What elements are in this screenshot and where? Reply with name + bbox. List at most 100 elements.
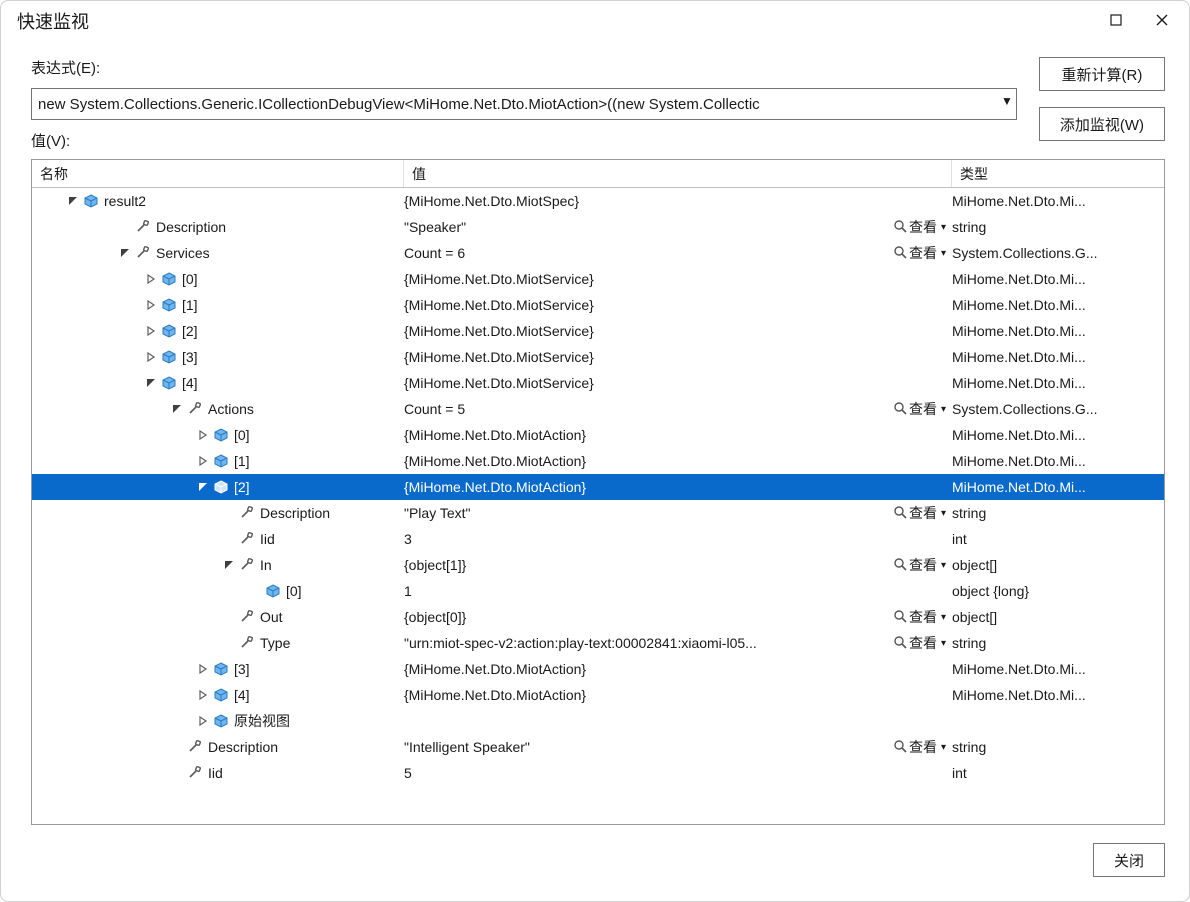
collapse-icon[interactable] bbox=[144, 376, 158, 390]
view-link[interactable]: 查看 bbox=[909, 737, 937, 757]
chevron-down-icon[interactable]: ▾ bbox=[941, 638, 946, 649]
type-cell: MiHome.Net.Dto.Mi... bbox=[952, 297, 1164, 313]
close-dialog-button[interactable]: 关闭 bbox=[1093, 843, 1165, 877]
right-buttons: 重新计算(R) 添加监视(W) bbox=[1039, 57, 1165, 141]
class-icon bbox=[160, 374, 178, 392]
maximize-button[interactable] bbox=[1093, 5, 1139, 37]
value-cell: {object[1]} bbox=[404, 557, 872, 573]
value-cell: {MiHome.Net.Dto.MiotAction} bbox=[404, 427, 872, 443]
name-cell: [2] bbox=[32, 322, 404, 340]
magnifier-icon[interactable] bbox=[893, 505, 907, 522]
tree-row[interactable]: ActionsCount = 5查看▾System.Collections.G.… bbox=[32, 396, 1164, 422]
wrench-icon bbox=[134, 218, 152, 236]
expression-input[interactable] bbox=[31, 88, 1017, 120]
row-type: System.Collections.G... bbox=[952, 401, 1098, 417]
row-value: 3 bbox=[404, 531, 412, 547]
row-value: "Play Text" bbox=[404, 505, 471, 521]
expand-icon[interactable] bbox=[196, 714, 210, 728]
view-link[interactable]: 查看 bbox=[909, 399, 937, 419]
tree-row[interactable]: result2{MiHome.Net.Dto.MiotSpec}MiHome.N… bbox=[32, 188, 1164, 214]
chevron-down-icon[interactable]: ▾ bbox=[941, 612, 946, 623]
tree-row[interactable]: In{object[1]}查看▾object[] bbox=[32, 552, 1164, 578]
view-link[interactable]: 查看 bbox=[909, 555, 937, 575]
dropdown-icon[interactable]: ▼ bbox=[1001, 94, 1013, 108]
row-value: Count = 5 bbox=[404, 401, 465, 417]
type-cell: MiHome.Net.Dto.Mi... bbox=[952, 687, 1164, 703]
chevron-down-icon[interactable]: ▾ bbox=[941, 560, 946, 571]
expand-icon[interactable] bbox=[196, 688, 210, 702]
tree-row[interactable]: [1]{MiHome.Net.Dto.MiotService}MiHome.Ne… bbox=[32, 292, 1164, 318]
type-cell: MiHome.Net.Dto.Mi... bbox=[952, 193, 1164, 209]
add-watch-button[interactable]: 添加监视(W) bbox=[1039, 107, 1165, 141]
tree-row[interactable]: [3]{MiHome.Net.Dto.MiotAction}MiHome.Net… bbox=[32, 656, 1164, 682]
magnifier-icon[interactable] bbox=[893, 557, 907, 574]
expand-icon[interactable] bbox=[144, 324, 158, 338]
tree-row[interactable]: Description"Play Text"查看▾string bbox=[32, 500, 1164, 526]
name-cell: Description bbox=[32, 504, 404, 522]
magnifier-icon[interactable] bbox=[893, 609, 907, 626]
collapse-icon[interactable] bbox=[196, 480, 210, 494]
tree-row[interactable]: Type"urn:miot-spec-v2:action:play-text:0… bbox=[32, 630, 1164, 656]
tree-row[interactable]: [4]{MiHome.Net.Dto.MiotService}MiHome.Ne… bbox=[32, 370, 1164, 396]
view-link[interactable]: 查看 bbox=[909, 217, 937, 237]
type-cell: int bbox=[952, 765, 1164, 781]
chevron-down-icon[interactable]: ▾ bbox=[941, 508, 946, 519]
tree-row[interactable]: [2]{MiHome.Net.Dto.MiotService}MiHome.Ne… bbox=[32, 318, 1164, 344]
tree-row[interactable]: 原始视图 bbox=[32, 708, 1164, 734]
magnifier-icon[interactable] bbox=[893, 219, 907, 236]
expand-icon[interactable] bbox=[196, 662, 210, 676]
type-cell: string bbox=[952, 219, 1164, 235]
row-type: object[] bbox=[952, 557, 997, 573]
chevron-down-icon[interactable]: ▾ bbox=[941, 248, 946, 259]
recalculate-button[interactable]: 重新计算(R) bbox=[1039, 57, 1165, 91]
column-name[interactable]: 名称 bbox=[32, 160, 404, 187]
expand-icon[interactable] bbox=[196, 454, 210, 468]
tree-row[interactable]: Out{object[0]}查看▾object[] bbox=[32, 604, 1164, 630]
collapse-icon[interactable] bbox=[222, 558, 236, 572]
row-name: 原始视图 bbox=[234, 711, 290, 731]
column-type[interactable]: 类型 bbox=[952, 160, 1164, 187]
tree-body[interactable]: result2{MiHome.Net.Dto.MiotSpec}MiHome.N… bbox=[32, 188, 1164, 824]
view-link[interactable]: 查看 bbox=[909, 607, 937, 627]
class-icon bbox=[160, 296, 178, 314]
expand-icon[interactable] bbox=[144, 298, 158, 312]
column-value[interactable]: 值 bbox=[404, 160, 952, 187]
tree-row[interactable]: [4]{MiHome.Net.Dto.MiotAction}MiHome.Net… bbox=[32, 682, 1164, 708]
tree-row[interactable]: Iid3int bbox=[32, 526, 1164, 552]
tree-row[interactable]: [2]{MiHome.Net.Dto.MiotAction}MiHome.Net… bbox=[32, 474, 1164, 500]
name-cell: Type bbox=[32, 634, 404, 652]
expand-icon[interactable] bbox=[144, 350, 158, 364]
row-type: MiHome.Net.Dto.Mi... bbox=[952, 271, 1086, 287]
tree-row[interactable]: ServicesCount = 6查看▾System.Collections.G… bbox=[32, 240, 1164, 266]
chevron-down-icon[interactable]: ▾ bbox=[941, 222, 946, 233]
tree-row[interactable]: Description"Speaker"查看▾string bbox=[32, 214, 1164, 240]
chevron-down-icon[interactable]: ▾ bbox=[941, 404, 946, 415]
view-link[interactable]: 查看 bbox=[909, 503, 937, 523]
close-button[interactable] bbox=[1139, 5, 1185, 37]
collapse-icon[interactable] bbox=[118, 246, 132, 260]
view-link[interactable]: 查看 bbox=[909, 633, 937, 653]
magnifier-icon[interactable] bbox=[893, 739, 907, 756]
titlebar-controls bbox=[1093, 5, 1185, 37]
magnifier-icon[interactable] bbox=[893, 401, 907, 418]
tree-row[interactable]: [1]{MiHome.Net.Dto.MiotAction}MiHome.Net… bbox=[32, 448, 1164, 474]
tree-row[interactable]: [0]{MiHome.Net.Dto.MiotAction}MiHome.Net… bbox=[32, 422, 1164, 448]
tree-row[interactable]: Description"Intelligent Speaker"查看▾strin… bbox=[32, 734, 1164, 760]
row-name: Description bbox=[260, 505, 330, 521]
magnifier-icon[interactable] bbox=[893, 245, 907, 262]
magnifier-icon[interactable] bbox=[893, 635, 907, 652]
type-cell: MiHome.Net.Dto.Mi... bbox=[952, 479, 1164, 495]
chevron-down-icon[interactable]: ▾ bbox=[941, 742, 946, 753]
expand-icon[interactable] bbox=[196, 428, 210, 442]
expand-icon[interactable] bbox=[144, 272, 158, 286]
tree-row[interactable]: [3]{MiHome.Net.Dto.MiotService}MiHome.Ne… bbox=[32, 344, 1164, 370]
collapse-icon[interactable] bbox=[170, 402, 184, 416]
row-value: {MiHome.Net.Dto.MiotService} bbox=[404, 349, 594, 365]
collapse-icon[interactable] bbox=[66, 194, 80, 208]
view-link[interactable]: 查看 bbox=[909, 243, 937, 263]
row-type: string bbox=[952, 739, 986, 755]
row-type: System.Collections.G... bbox=[952, 245, 1098, 261]
tree-row[interactable]: Iid5int bbox=[32, 760, 1164, 786]
tree-row[interactable]: [0]1object {long} bbox=[32, 578, 1164, 604]
tree-row[interactable]: [0]{MiHome.Net.Dto.MiotService}MiHome.Ne… bbox=[32, 266, 1164, 292]
